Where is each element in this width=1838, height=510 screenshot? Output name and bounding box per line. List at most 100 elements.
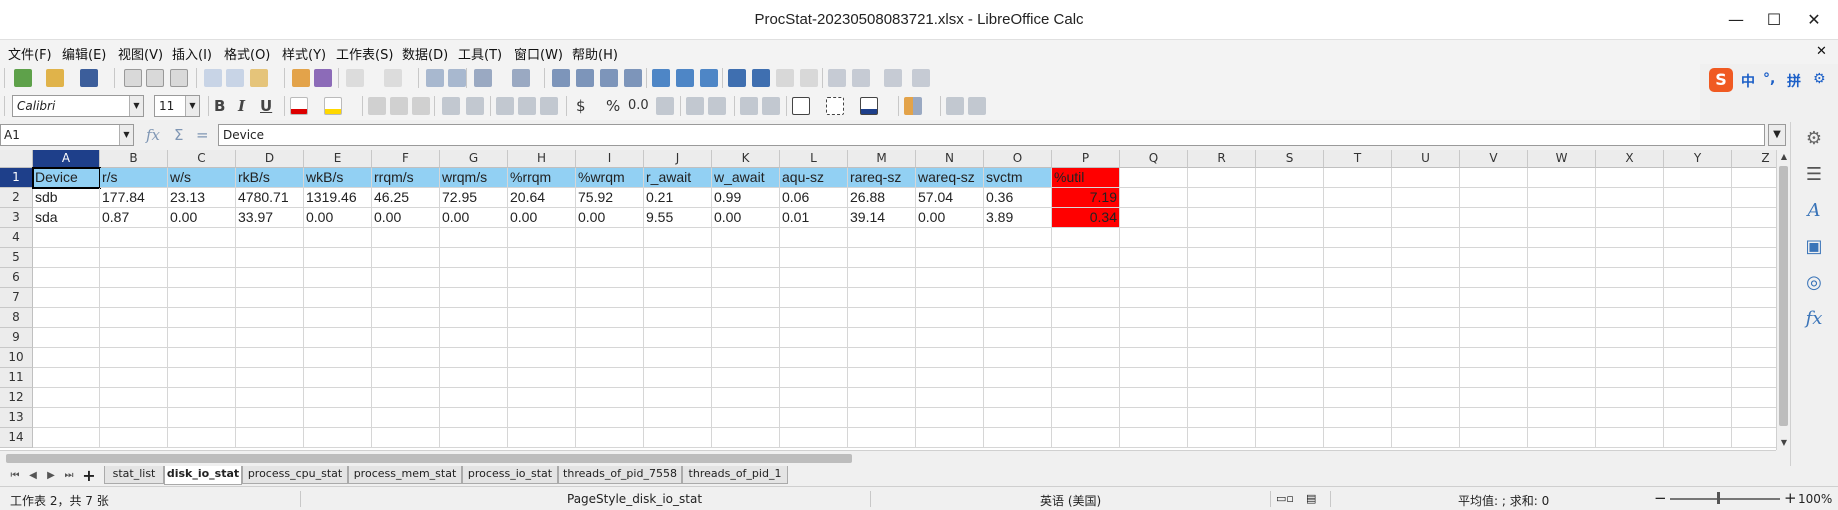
cell-b1[interactable]: r/s xyxy=(100,168,168,188)
cell-f13[interactable] xyxy=(372,408,440,428)
cell-y10[interactable] xyxy=(1664,348,1732,368)
undo-icon[interactable] xyxy=(346,69,364,87)
row-header-10[interactable]: 10 xyxy=(0,348,33,368)
cell-a10[interactable] xyxy=(33,348,100,368)
cell-o4[interactable] xyxy=(984,228,1052,248)
cell-x8[interactable] xyxy=(1596,308,1664,328)
cell-f3[interactable]: 0.00 xyxy=(372,208,440,228)
text-language[interactable]: 英语 (美国) xyxy=(1040,492,1101,509)
add-decimal-icon[interactable] xyxy=(686,97,704,115)
cell-f6[interactable] xyxy=(372,268,440,288)
cell-x10[interactable] xyxy=(1596,348,1664,368)
cell-a5[interactable] xyxy=(33,248,100,268)
cell-t4[interactable] xyxy=(1324,228,1392,248)
cell-n9[interactable] xyxy=(916,328,984,348)
cell-j13[interactable] xyxy=(644,408,712,428)
cell-n14[interactable] xyxy=(916,428,984,448)
cell-w3[interactable] xyxy=(1528,208,1596,228)
cell-d12[interactable] xyxy=(236,388,304,408)
align-bottom-icon[interactable] xyxy=(540,97,558,115)
cell-l6[interactable] xyxy=(780,268,848,288)
cell-q4[interactable] xyxy=(1120,228,1188,248)
cell-z7[interactable] xyxy=(1732,288,1776,308)
cell-s1[interactable] xyxy=(1256,168,1324,188)
cell-x9[interactable] xyxy=(1596,328,1664,348)
cell-c2[interactable]: 23.13 xyxy=(168,188,236,208)
cell-h3[interactable]: 0.00 xyxy=(508,208,576,228)
cell-c1[interactable]: w/s xyxy=(168,168,236,188)
cell-p14[interactable] xyxy=(1052,428,1120,448)
cell-m8[interactable] xyxy=(848,308,916,328)
properties-icon[interactable]: ☰ xyxy=(1803,164,1825,186)
sheet-tab-threads-of-pid-1[interactable]: threads_of_pid_1 xyxy=(682,466,788,484)
row-header-14[interactable]: 14 xyxy=(0,428,33,448)
cell-k1[interactable]: w_await xyxy=(712,168,780,188)
border-color-icon[interactable] xyxy=(860,97,878,115)
cell-h12[interactable] xyxy=(508,388,576,408)
cell-d5[interactable] xyxy=(236,248,304,268)
cell-c9[interactable] xyxy=(168,328,236,348)
cell-p8[interactable] xyxy=(1052,308,1120,328)
sort-ascending-icon[interactable] xyxy=(576,69,594,87)
cell-o14[interactable] xyxy=(984,428,1052,448)
cell-a8[interactable] xyxy=(33,308,100,328)
cell-m4[interactable] xyxy=(848,228,916,248)
cell-p12[interactable] xyxy=(1052,388,1120,408)
cell-y3[interactable] xyxy=(1664,208,1732,228)
cell-k13[interactable] xyxy=(712,408,780,428)
cell-m14[interactable] xyxy=(848,428,916,448)
cell-j5[interactable] xyxy=(644,248,712,268)
chevron-down-icon[interactable]: ▼ xyxy=(129,96,143,116)
cell-k2[interactable]: 0.99 xyxy=(712,188,780,208)
cell-u6[interactable] xyxy=(1392,268,1460,288)
cell-o11[interactable] xyxy=(984,368,1052,388)
spelling-icon[interactable] xyxy=(448,69,466,87)
cell-v7[interactable] xyxy=(1460,288,1528,308)
zoom-out-button[interactable]: − xyxy=(1654,489,1667,507)
cell-l12[interactable] xyxy=(780,388,848,408)
cell-a3[interactable]: sda xyxy=(33,208,100,228)
cell-f1[interactable]: rrqm/s xyxy=(372,168,440,188)
cell-f5[interactable] xyxy=(372,248,440,268)
scroll-up-icon[interactable]: ▲ xyxy=(1777,150,1791,164)
column-header-h[interactable]: H xyxy=(508,150,576,168)
cell-e10[interactable] xyxy=(304,348,372,368)
delete-decimal-icon[interactable] xyxy=(708,97,726,115)
cell-d10[interactable] xyxy=(236,348,304,368)
cell-t10[interactable] xyxy=(1324,348,1392,368)
zoom-in-button[interactable]: + xyxy=(1784,489,1797,507)
cell-c12[interactable] xyxy=(168,388,236,408)
border-style-icon[interactable] xyxy=(826,97,844,115)
first-sheet-icon[interactable]: ⏮ xyxy=(8,468,22,484)
cell-v11[interactable] xyxy=(1460,368,1528,388)
cell-o12[interactable] xyxy=(984,388,1052,408)
row-header-6[interactable]: 6 xyxy=(0,268,33,288)
font-size-combo[interactable]: 11 ▼ xyxy=(154,95,200,117)
cell-v1[interactable] xyxy=(1460,168,1528,188)
column-header-a[interactable]: A xyxy=(33,150,100,168)
cell-v14[interactable] xyxy=(1460,428,1528,448)
cell-k12[interactable] xyxy=(712,388,780,408)
special-character-icon[interactable] xyxy=(728,69,746,87)
cell-p13[interactable] xyxy=(1052,408,1120,428)
cell-r11[interactable] xyxy=(1188,368,1256,388)
cell-i2[interactable]: 75.92 xyxy=(576,188,644,208)
comment-icon[interactable] xyxy=(776,69,794,87)
center-vertically-icon[interactable] xyxy=(518,97,536,115)
cell-p1[interactable]: %util xyxy=(1052,168,1120,188)
cell-d7[interactable] xyxy=(236,288,304,308)
cell-q5[interactable] xyxy=(1120,248,1188,268)
cell-n4[interactable] xyxy=(916,228,984,248)
sheet-tab-process-mem-stat[interactable]: process_mem_stat xyxy=(348,466,462,484)
conditional-format-icon[interactable] xyxy=(904,97,922,115)
cell-w12[interactable] xyxy=(1528,388,1596,408)
cell-b8[interactable] xyxy=(100,308,168,328)
cell-g6[interactable] xyxy=(440,268,508,288)
cell-v3[interactable] xyxy=(1460,208,1528,228)
cell-w2[interactable] xyxy=(1528,188,1596,208)
cell-e14[interactable] xyxy=(304,428,372,448)
cell-v6[interactable] xyxy=(1460,268,1528,288)
cell-q8[interactable] xyxy=(1120,308,1188,328)
spreadsheet-grid[interactable]: A B C D E F G H I J K L M N O P Q R S T U V W X Y Z 1 2 3 4 5 6 7 8 9 10 11 1… xyxy=(0,150,1776,450)
cell-w11[interactable] xyxy=(1528,368,1596,388)
